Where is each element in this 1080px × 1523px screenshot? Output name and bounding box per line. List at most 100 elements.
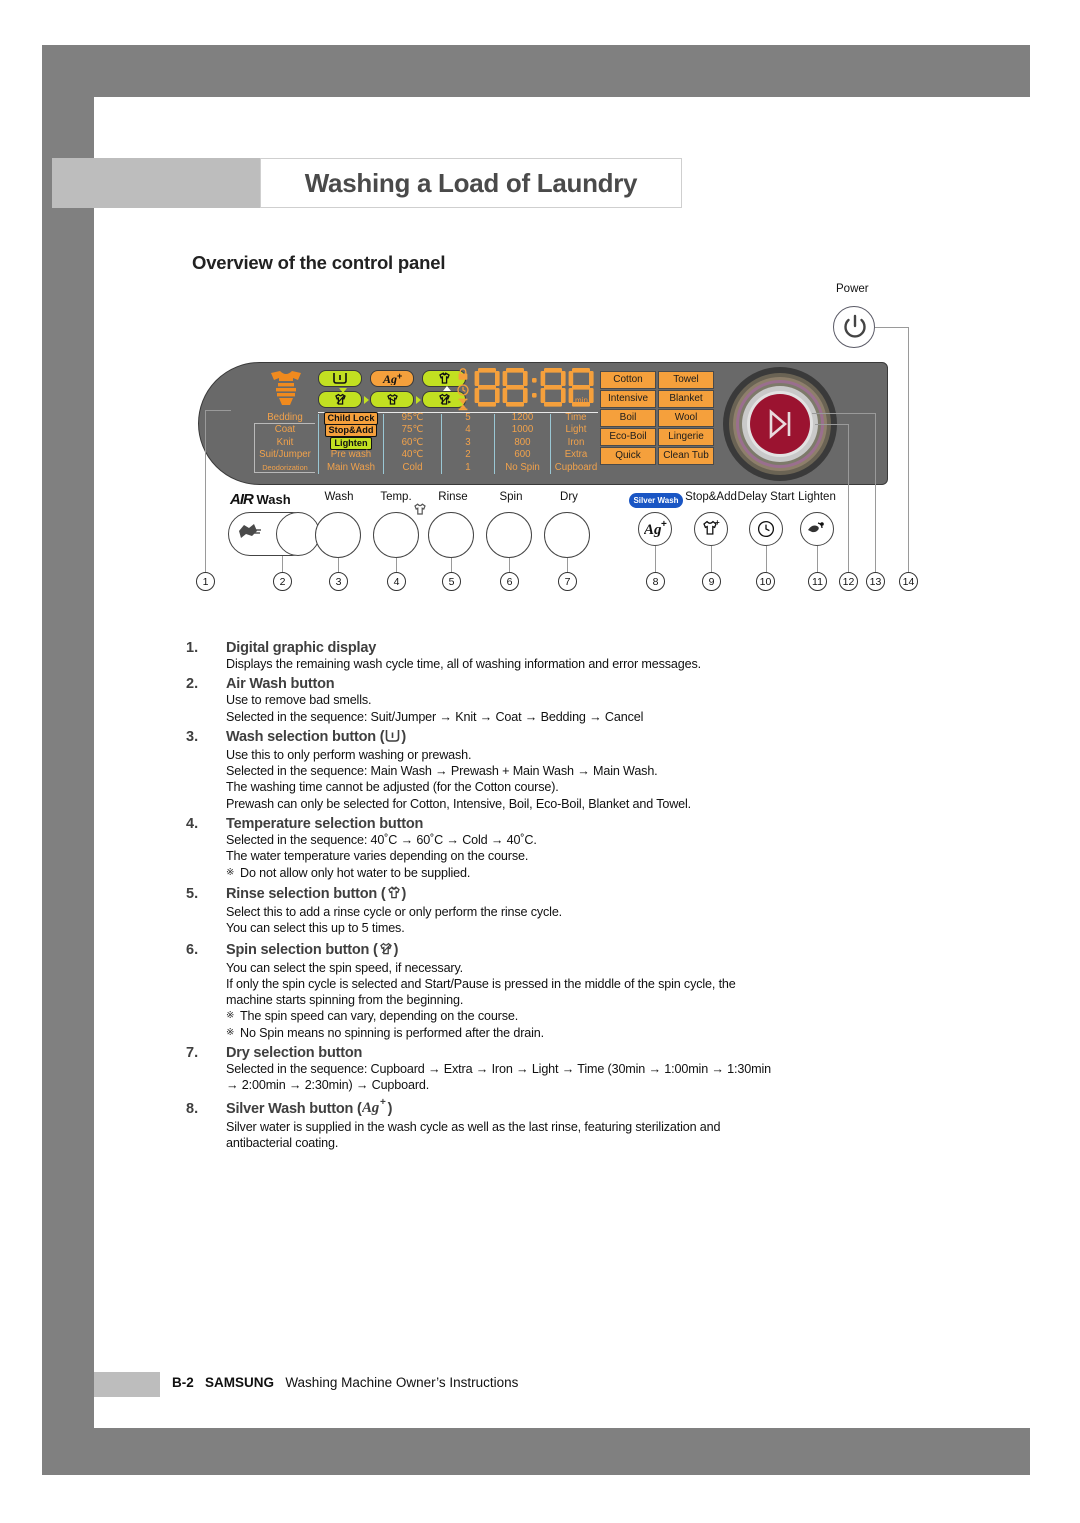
- spin-shirt-icon: [378, 941, 394, 960]
- matrix-cell: Light: [565, 424, 587, 436]
- callout-leader-11: [817, 546, 819, 572]
- course-button-cotton[interactable]: Cotton: [600, 371, 656, 389]
- badge-dry-shirt-icon: [370, 391, 414, 408]
- matrix-cell: Extra: [564, 449, 588, 461]
- matrix-cell: 2: [465, 449, 471, 461]
- instruction-heading: 8. Silver Wash button (Ag +): [186, 1097, 946, 1119]
- course-button-boil[interactable]: Boil: [600, 409, 656, 427]
- instruction-note-line: Do not allow only hot water to be suppli…: [226, 865, 946, 882]
- course-button-eco-boil[interactable]: Eco-Boil: [600, 428, 656, 446]
- instruction-heading: 3. Wash selection button (): [186, 729, 946, 747]
- callout-leader-13: [875, 413, 877, 572]
- callout-number-10: 10: [756, 572, 775, 591]
- instruction-title-text: Air Wash button: [226, 676, 335, 693]
- course-button-wool[interactable]: Wool: [658, 409, 714, 427]
- panel-label-matrix: Bedding Coat Knit Suit/Jumper Deodorizat…: [250, 412, 598, 474]
- air-wash-course-bracket: [254, 423, 315, 473]
- matrix-sep-1: [318, 414, 320, 474]
- page-title-box: Washing a Load of Laundry: [260, 158, 682, 208]
- callout-leader-2: [282, 556, 284, 572]
- instruction-line: Selected in the sequence: Cupboard → Ext…: [226, 1062, 771, 1077]
- matrix-cell: Time: [565, 412, 587, 423]
- instruction-title: Spin selection button (): [226, 941, 398, 960]
- course-button-clean-tub[interactable]: Clean Tub: [658, 447, 714, 465]
- callout-number-9: 9: [702, 572, 721, 591]
- instruction-item: 4. Temperature selection button Selected i…: [186, 816, 946, 881]
- instruction-title: Silver Wash button (Ag +): [226, 1097, 392, 1119]
- matrix-cell: 60℃: [401, 436, 424, 448]
- course-button-lingerie[interactable]: Lingerie: [658, 428, 714, 446]
- instruction-line: The washing time cannot be adjusted (for…: [226, 780, 559, 795]
- callout-number-7: 7: [558, 572, 577, 591]
- instruction-line: Selected in the sequence: Suit/Jumper → …: [226, 709, 644, 724]
- instruction-body: Silver water is supplied in the wash cyc…: [226, 1119, 946, 1152]
- instruction-line: You can select this up to 5 times.: [226, 921, 405, 936]
- wash-selection-button[interactable]: [315, 512, 361, 558]
- course-button-blanket[interactable]: Blanket: [658, 390, 714, 408]
- rinse-shirt-icon: [386, 885, 402, 904]
- course-button-towel[interactable]: Towel: [658, 371, 714, 389]
- matrix-col-rinse: 5 4 3 2 1: [443, 412, 493, 474]
- svg-text:+: +: [661, 520, 667, 530]
- svg-text:Ag: Ag: [644, 522, 662, 537]
- wash-button-label: Wash: [324, 491, 354, 503]
- matrix-sep-5: [550, 414, 552, 474]
- callout-number-13: 13: [866, 572, 885, 591]
- power-icon: [842, 313, 868, 346]
- callout-number-14: 14: [899, 572, 918, 591]
- matrix-sep-3: [441, 414, 443, 474]
- air-wash-glyph-icon: [237, 522, 263, 549]
- spin-button-label: Spin: [499, 491, 523, 503]
- callout-leader-12-h: [815, 424, 848, 426]
- instruction-note-line: The spin speed can vary, depending on th…: [226, 1008, 946, 1025]
- matrix-col-temperature: 95℃ 75℃ 60℃ 40℃ Cold: [385, 412, 440, 474]
- instruction-title-close: ): [393, 941, 399, 958]
- silver-wash-logo-badge: Silver Wash: [629, 493, 683, 508]
- instruction-title-close: ): [401, 885, 407, 902]
- silver-wash-ag-icon: Ag +: [643, 519, 668, 542]
- instruction-number: 5.: [186, 885, 199, 902]
- lighten-button-label: Lighten: [798, 491, 836, 503]
- course-button-intensive[interactable]: Intensive: [600, 390, 656, 408]
- footer-brand: SAMSUNG: [205, 1375, 275, 1390]
- svg-text:+: +: [715, 519, 720, 527]
- instruction-body: Selected in the sequence: Cupboard → Ext…: [226, 1061, 946, 1094]
- callout-number-12: 12: [839, 572, 858, 591]
- instruction-number: 2.: [186, 676, 199, 693]
- instruction-line: → 2:00min → 2:30min) → Cupboard.: [226, 1078, 430, 1093]
- instruction-body: Select this to add a rinse cycle or only…: [226, 904, 946, 937]
- instruction-item: 7. Dry selection button Selected in the se…: [186, 1045, 946, 1094]
- instruction-item: 6. Spin selection button () You can select…: [186, 941, 946, 1042]
- callout-leader-14-h: [875, 327, 908, 329]
- callout-number-2: 2: [273, 572, 292, 591]
- callout-number-5: 5: [442, 572, 461, 591]
- matrix-cell: 75℃: [401, 424, 424, 436]
- silver-wash-ag-icon: Ag +: [361, 1097, 388, 1119]
- callout-leader-3: [338, 558, 340, 572]
- page-frame-top-band: [42, 45, 1030, 97]
- callout-number-11: 11: [808, 572, 827, 591]
- callout-number-4: 4: [387, 572, 406, 591]
- spin-selection-button[interactable]: [486, 512, 532, 558]
- callout-number-6: 6: [500, 572, 519, 591]
- course-button-quick[interactable]: Quick: [600, 447, 656, 465]
- rinse-selection-button[interactable]: [428, 512, 474, 558]
- delay-start-clock-icon: [757, 520, 775, 543]
- laundry-shirt-icon: [265, 368, 307, 410]
- matrix-cell: Iron: [567, 436, 585, 448]
- instruction-heading: 1. Digital graphic display: [186, 640, 946, 656]
- instruction-title: Dry selection button: [226, 1045, 362, 1061]
- matrix-cell: Pre wash: [330, 449, 372, 461]
- rinse-shirt-marker-icon: [412, 502, 428, 521]
- matrix-cell: 800: [514, 436, 531, 448]
- instruction-line: If only the spin cycle is selected and S…: [226, 976, 736, 991]
- mode-badge-group: Ag +: [318, 370, 466, 410]
- callout-leader-10: [766, 546, 768, 572]
- instruction-item: 1. Digital graphic display Displays the re…: [186, 640, 946, 672]
- callout-leader-5: [451, 558, 453, 572]
- instruction-number: 4.: [186, 816, 199, 833]
- instruction-title-text: Spin selection button (: [226, 941, 378, 958]
- dry-selection-button[interactable]: [544, 512, 590, 558]
- instruction-number: 1.: [186, 640, 199, 656]
- air-wash-button-knob[interactable]: [276, 512, 320, 556]
